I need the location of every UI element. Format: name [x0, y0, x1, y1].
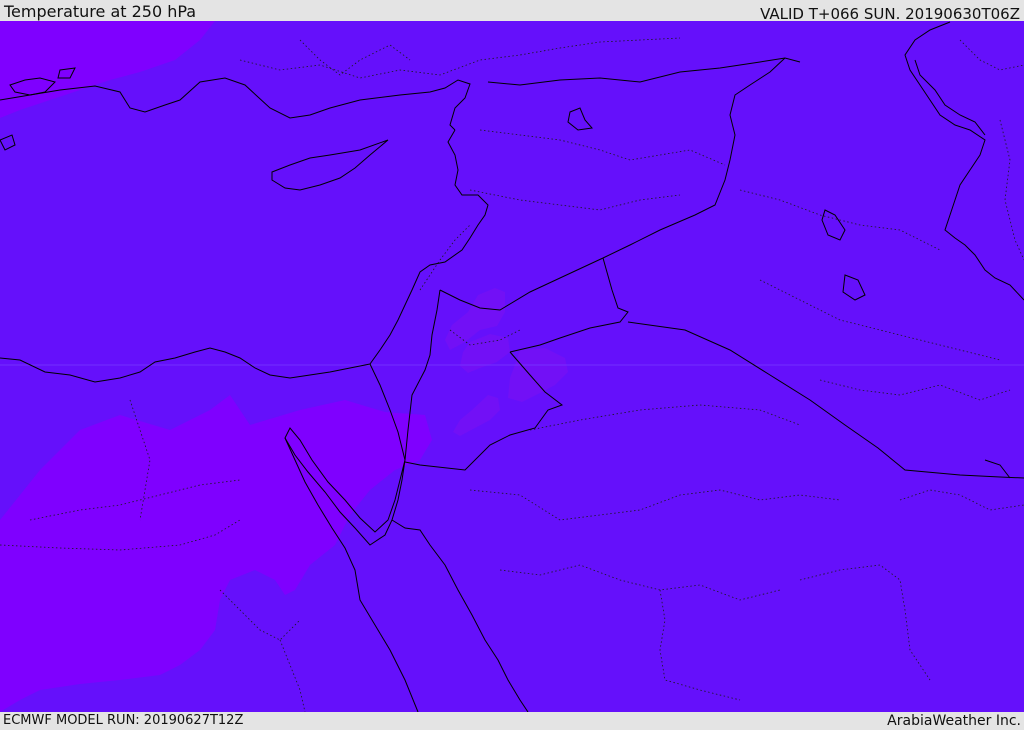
map-title: Temperature at 250 hPa	[4, 2, 197, 21]
boundary-saudi-2	[499, 564, 781, 601]
coastline-red-sea-east	[391, 519, 529, 712]
boundary-anatolia-2	[299, 39, 411, 76]
header-bar: Temperature at 250 hPa VALID T+066 SUN. …	[0, 0, 1024, 23]
weather-map[interactable]	[0, 21, 1024, 712]
boundary-iran-1	[999, 119, 1024, 261]
border-jordan-iraq-saudi	[509, 257, 629, 353]
boundary-iraq-3	[819, 379, 1011, 401]
patch-east-jordan	[508, 348, 568, 402]
boundary-saudi-1	[469, 489, 841, 521]
boundary-iraq-1	[739, 189, 941, 251]
lake-urmia	[821, 209, 846, 241]
border-iraq-iran	[914, 59, 986, 136]
credit-label: ArabiaWeather Inc.	[887, 713, 1021, 729]
border-kuwait	[984, 459, 1011, 479]
border-turkey-syria	[487, 57, 801, 86]
model-run-label: ECMWF MODEL RUN: 20190627T12Z	[3, 713, 244, 728]
temperature-shading	[0, 21, 568, 712]
coastline-cyprus	[271, 139, 389, 191]
border-saudi-iraq	[627, 321, 1024, 479]
warm-region-southwest	[0, 395, 432, 712]
lake-tuz	[567, 107, 593, 131]
boundary-iraq-2	[759, 279, 1001, 361]
boundary-levant-1	[419, 224, 471, 291]
boundary-saudi-4	[799, 564, 931, 681]
lake-razzaza	[842, 274, 866, 301]
boundary-iran-2	[959, 39, 1024, 71]
border-syria-iraq	[602, 57, 786, 259]
boundary-egypt-5	[279, 639, 306, 712]
boundary-saudi-3	[659, 589, 741, 701]
boundary-egypt-4	[219, 589, 301, 641]
footer-bar: ECMWF MODEL RUN: 20190627T12Z ArabiaWeat…	[0, 712, 1024, 729]
coastline-persian-gulf	[904, 21, 1024, 301]
border-syria-jordan	[439, 257, 604, 311]
warm-region-northwest	[0, 21, 215, 118]
boundary-syria-2	[469, 189, 681, 211]
boundary-saudi-5	[899, 489, 1024, 511]
map-canvas	[0, 21, 1024, 712]
boundary-saudi-6	[529, 404, 801, 431]
boundary-anatolia	[239, 37, 681, 79]
patch-south-jordan	[453, 395, 500, 436]
boundary-syria-1	[479, 129, 726, 166]
